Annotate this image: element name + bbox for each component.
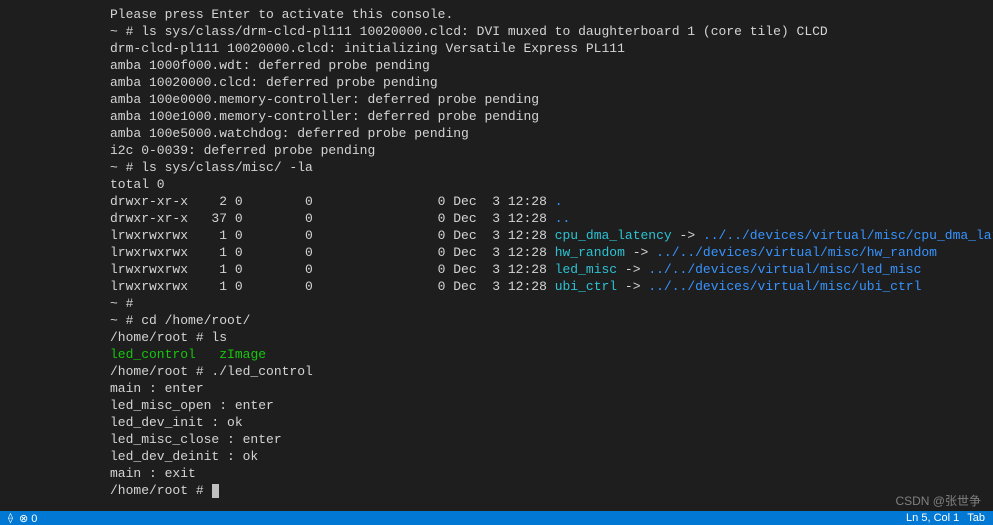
terminal-text: ../../devices/virtual/misc/hw_random — [656, 245, 937, 260]
terminal-text: amba 10020000.clcd: deferred probe pendi… — [110, 75, 438, 90]
indent-mode[interactable]: Tab — [967, 512, 985, 524]
terminal-text: amba 100e5000.watchdog: deferred probe p… — [110, 126, 469, 141]
terminal-line: led_dev_init : ok — [110, 414, 993, 431]
terminal-line: amba 100e0000.memory-controller: deferre… — [110, 91, 993, 108]
terminal-line: drm-clcd-pl111 10020000.clcd: initializi… — [110, 40, 993, 57]
terminal-line: /home/root # ./led_control — [110, 363, 993, 380]
terminal-text: ../../devices/virtual/misc/led_misc — [648, 262, 921, 277]
terminal-text: amba 100e1000.memory-controller: deferre… — [110, 109, 539, 124]
remote-icon[interactable]: ⟠ — [8, 513, 13, 524]
terminal-line: /home/root # — [110, 482, 993, 499]
terminal-text: ../../devices/virtual/misc/cpu_dma_laten… — [703, 228, 993, 243]
terminal-line: amba 100e1000.memory-controller: deferre… — [110, 108, 993, 125]
terminal-line: drwxr-xr-x 37 0 0 0 Dec 3 12:28 .. — [110, 210, 993, 227]
terminal-text: ~ # cd /home/root/ — [110, 313, 250, 328]
terminal-line: main : enter — [110, 380, 993, 397]
terminal-text — [196, 347, 219, 362]
terminal-text: main : exit — [110, 466, 196, 481]
terminal-line: /home/root # ls — [110, 329, 993, 346]
terminal-text: -> — [672, 228, 703, 243]
terminal-line: lrwxrwxrwx 1 0 0 0 Dec 3 12:28 cpu_dma_l… — [110, 227, 993, 244]
status-problems[interactable]: ⊗ 0 — [19, 512, 37, 525]
terminal-text: hw_random — [555, 245, 625, 260]
terminal-line: amba 100e5000.watchdog: deferred probe p… — [110, 125, 993, 142]
terminal-text: led_dev_deinit : ok — [110, 449, 258, 464]
terminal-line: i2c 0-0039: deferred probe pending — [110, 142, 993, 159]
csdn-watermark: CSDN @张世争 — [895, 492, 981, 509]
terminal-text: lrwxrwxrwx 1 0 0 0 Dec 3 12:28 — [110, 245, 555, 260]
terminal-line: amba 10020000.clcd: deferred probe pendi… — [110, 74, 993, 91]
terminal-line: total 0 — [110, 176, 993, 193]
terminal-line: ~ # ls sys/class/drm-clcd-pl111 10020000… — [110, 23, 993, 40]
terminal-line: led_misc_close : enter — [110, 431, 993, 448]
terminal-output[interactable]: Please press Enter to activate this cons… — [0, 0, 993, 499]
terminal-text: ubi_ctrl — [555, 279, 617, 294]
terminal-text: ~ # ls sys/class/drm-clcd-pl111 10020000… — [110, 24, 828, 39]
terminal-text: . — [555, 194, 563, 209]
terminal-text: /home/root # — [110, 483, 211, 498]
terminal-line: ~ # ls sys/class/misc/ -la — [110, 159, 993, 176]
terminal-line: drwxr-xr-x 2 0 0 0 Dec 3 12:28 . — [110, 193, 993, 210]
terminal-line: led_dev_deinit : ok — [110, 448, 993, 465]
terminal-text: i2c 0-0039: deferred probe pending — [110, 143, 375, 158]
terminal-text: led_dev_init : ok — [110, 415, 243, 430]
status-bar: ⟠ ⊗ 0 Ln 5, Col 1 Tab — [0, 511, 993, 525]
cursor-position[interactable]: Ln 5, Col 1 — [906, 512, 959, 524]
terminal-text: ../../devices/virtual/misc/ubi_ctrl — [648, 279, 921, 294]
terminal-cursor — [212, 484, 219, 498]
terminal-text: lrwxrwxrwx 1 0 0 0 Dec 3 12:28 — [110, 279, 555, 294]
terminal-line: main : exit — [110, 465, 993, 482]
terminal-text: drwxr-xr-x 37 0 0 0 Dec 3 12:28 — [110, 211, 555, 226]
terminal-line: ~ # cd /home/root/ — [110, 312, 993, 329]
terminal-line: amba 1000f000.wdt: deferred probe pendin… — [110, 57, 993, 74]
terminal-text: lrwxrwxrwx 1 0 0 0 Dec 3 12:28 — [110, 228, 555, 243]
terminal-text: drwxr-xr-x 2 0 0 0 Dec 3 12:28 — [110, 194, 555, 209]
terminal-text: -> — [625, 245, 656, 260]
terminal-line: led_misc_open : enter — [110, 397, 993, 414]
terminal-text: amba 100e0000.memory-controller: deferre… — [110, 92, 539, 107]
terminal-line: Please press Enter to activate this cons… — [110, 6, 993, 23]
terminal-line: lrwxrwxrwx 1 0 0 0 Dec 3 12:28 led_misc … — [110, 261, 993, 278]
terminal-text: Please press Enter to activate this cons… — [110, 7, 453, 22]
terminal-line: lrwxrwxrwx 1 0 0 0 Dec 3 12:28 ubi_ctrl … — [110, 278, 993, 295]
terminal-line: ~ # — [110, 295, 993, 312]
terminal-text: total 0 — [110, 177, 165, 192]
terminal-text: ~ # — [110, 296, 133, 311]
terminal-text: cpu_dma_latency — [555, 228, 672, 243]
terminal-text: -> — [617, 262, 648, 277]
terminal-text: led_misc_close : enter — [110, 432, 282, 447]
terminal-text: lrwxrwxrwx 1 0 0 0 Dec 3 12:28 — [110, 262, 555, 277]
terminal-text: ~ # ls sys/class/misc/ -la — [110, 160, 313, 175]
terminal-line: lrwxrwxrwx 1 0 0 0 Dec 3 12:28 hw_random… — [110, 244, 993, 261]
terminal-text: led_misc_open : enter — [110, 398, 274, 413]
terminal-text: led_control — [110, 347, 196, 362]
terminal-line: led_control zImage — [110, 346, 993, 363]
terminal-text: led_misc — [555, 262, 617, 277]
terminal-text: -> — [617, 279, 648, 294]
terminal-text: drm-clcd-pl111 10020000.clcd: initializi… — [110, 41, 625, 56]
terminal-text: main : enter — [110, 381, 204, 396]
terminal-text: zImage — [219, 347, 266, 362]
terminal-text: amba 1000f000.wdt: deferred probe pendin… — [110, 58, 430, 73]
terminal-text: .. — [555, 211, 571, 226]
terminal-text: /home/root # ./led_control — [110, 364, 313, 379]
terminal-text: /home/root # ls — [110, 330, 227, 345]
